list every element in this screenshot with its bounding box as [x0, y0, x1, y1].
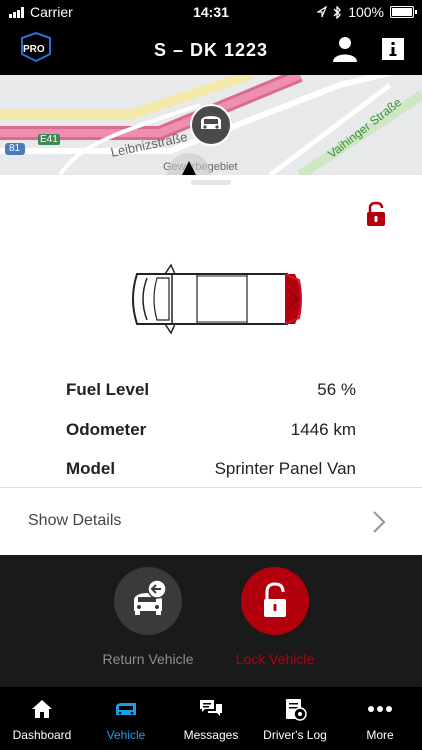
- home-icon: [32, 700, 52, 718]
- tab-more[interactable]: More: [338, 687, 422, 750]
- tab-messages[interactable]: Messages: [169, 687, 253, 750]
- chevron-right-icon: [373, 511, 386, 533]
- battery-icon: [390, 6, 417, 18]
- model-label: Model: [66, 459, 116, 478]
- tab-messages-label: Messages: [183, 728, 239, 742]
- battery-percent: 100%: [348, 4, 384, 20]
- van-icon: [116, 703, 136, 715]
- vehicle-map-marker-icon[interactable]: [190, 104, 232, 146]
- road-label-e41: E41: [40, 134, 58, 145]
- user-location-icon: [167, 153, 211, 175]
- padlock-icon: [264, 582, 286, 617]
- show-details-label: Show Details: [28, 512, 122, 529]
- fuel-level-label: Fuel Level: [66, 380, 150, 399]
- messages-icon: [200, 700, 222, 716]
- model-value: Sprinter Panel Van: [214, 459, 356, 478]
- road-label-81: 81: [9, 143, 21, 154]
- info-row-fuel: Fuel Level 56 %: [66, 380, 356, 404]
- tab-more-label: More: [366, 728, 394, 742]
- status-bar: Carrier 14:31 100%: [0, 0, 422, 24]
- unlocked-status-icon: [367, 201, 385, 226]
- tab-dashboard-label: Dashboard: [12, 728, 72, 742]
- odometer-value: 1446 km: [290, 420, 356, 439]
- profile-icon[interactable]: [330, 34, 360, 64]
- action-panel: Return Vehicle Lock Vehicle: [0, 555, 422, 687]
- return-vehicle-button[interactable]: [114, 567, 182, 635]
- odometer-label: Odometer: [66, 420, 147, 439]
- info-icon[interactable]: [378, 34, 408, 64]
- drivers-log-icon: [286, 699, 307, 721]
- show-details-button[interactable]: Show Details: [0, 488, 422, 554]
- more-icon: [368, 706, 392, 712]
- tab-vehicle-label: Vehicle: [106, 728, 146, 742]
- vehicle-top-view-icon: [132, 263, 302, 335]
- lock-vehicle-label: Lock Vehicle: [235, 651, 315, 667]
- return-vehicle-icon: [134, 579, 167, 615]
- tab-drivers-log-label: Driver's Log: [263, 728, 327, 742]
- tab-drivers-log[interactable]: Driver's Log: [253, 687, 337, 750]
- sheet-drag-handle[interactable]: [191, 180, 231, 185]
- bluetooth-icon: [333, 5, 342, 19]
- info-row-model: Model Sprinter Panel Van: [66, 459, 356, 483]
- tab-bar: Dashboard Vehicle Messages Driver's Log …: [0, 687, 422, 750]
- lock-vehicle-button[interactable]: [241, 567, 309, 635]
- nav-bar: PRO S – DK 1223: [0, 24, 422, 75]
- tab-vehicle[interactable]: Vehicle: [84, 687, 168, 750]
- info-row-odometer: Odometer 1446 km: [66, 420, 356, 444]
- tab-dashboard[interactable]: Dashboard: [0, 687, 84, 750]
- location-arrow-icon: [317, 6, 328, 18]
- fuel-level-value: 56 %: [317, 380, 356, 399]
- map-view[interactable]: 81 E41 Leibnizstraße Gewerbegebiet Vaihi…: [0, 75, 422, 175]
